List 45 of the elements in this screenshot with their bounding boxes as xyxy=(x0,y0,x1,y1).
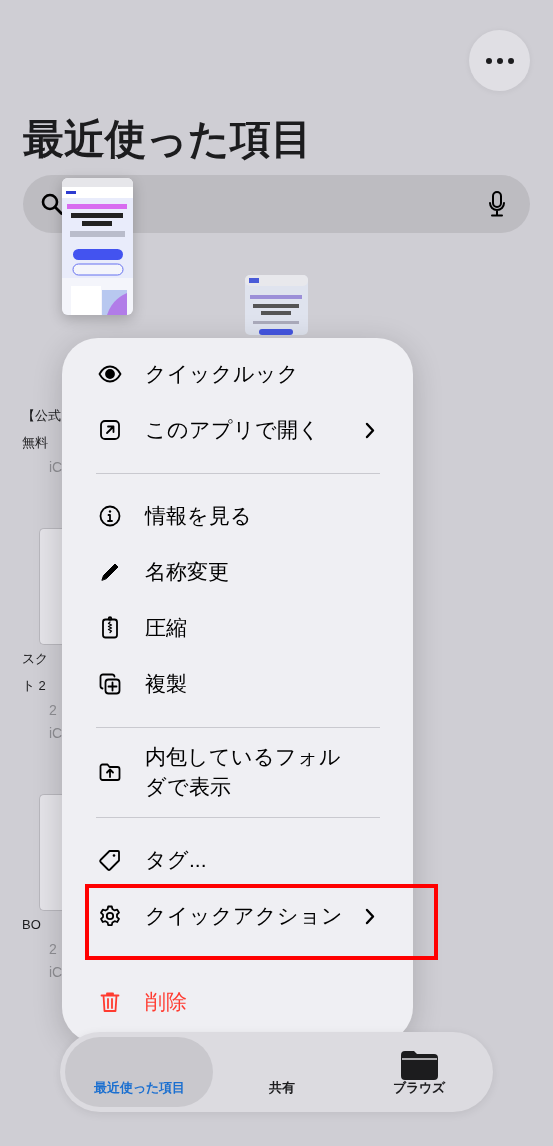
menu-item[interactable]: 圧縮 xyxy=(62,600,413,656)
ellipsis-icon xyxy=(484,56,515,65)
file-thumbnail[interactable] xyxy=(39,528,62,645)
menu-item[interactable]: クイックアクション xyxy=(62,888,413,944)
page-title: 最近使った項目 xyxy=(23,115,313,164)
file-thumbnail[interactable] xyxy=(39,794,62,911)
menu-item-label: クイックルック xyxy=(145,361,300,387)
duplicate-icon xyxy=(98,672,122,696)
file-detail: 2 xyxy=(49,940,57,959)
search-icon xyxy=(41,193,63,215)
menu-item-label: 内包しているフォルダで表示 xyxy=(145,744,342,800)
file-thumbnail[interactable] xyxy=(245,275,308,335)
info-icon xyxy=(98,504,122,528)
file-detail: iC xyxy=(49,724,63,743)
file-name: 【公式 xyxy=(22,407,61,425)
menu-item-label: 削除 xyxy=(145,989,188,1015)
menu-item[interactable]: 情報を見る xyxy=(62,488,413,544)
file-name: スク xyxy=(22,650,48,668)
menu-item-label: 情報を見る xyxy=(145,503,253,529)
menu-item[interactable]: このアプリで開く xyxy=(62,402,413,458)
menu-item-label: 複製 xyxy=(145,671,188,697)
file-detail: iC xyxy=(49,963,63,982)
tab[interactable]: 共有 xyxy=(213,1037,351,1107)
file-name: BO xyxy=(22,916,41,934)
menu-item-label: タグ... xyxy=(145,847,208,873)
menu-item[interactable]: 内包しているフォルダで表示 xyxy=(62,742,413,802)
menu-item[interactable]: 複製 xyxy=(62,656,413,712)
folder-icon xyxy=(401,1050,439,1080)
file-detail: iC xyxy=(49,458,63,477)
file-detail: 2 xyxy=(49,701,57,720)
file-name: 無料 xyxy=(22,434,48,452)
menu-item-label: 圧縮 xyxy=(145,615,188,641)
trash-icon xyxy=(98,990,122,1014)
menu-item[interactable]: クイックルック xyxy=(62,346,413,402)
tab[interactable]: ブラウズ xyxy=(350,1037,488,1107)
file-name: ト 2 xyxy=(22,677,46,695)
menu-item[interactable]: 名称変更 xyxy=(62,544,413,600)
menu-item-label: 名称変更 xyxy=(145,559,230,585)
arrow-box-icon xyxy=(98,418,122,442)
menu-item[interactable]: タグ... xyxy=(62,832,413,888)
menu-item-label: このアプリで開く xyxy=(145,417,321,443)
tag-icon xyxy=(98,848,122,872)
gear-icon xyxy=(98,904,122,928)
menu-item-label: クイックアクション xyxy=(145,903,344,929)
microphone-icon xyxy=(488,191,506,217)
